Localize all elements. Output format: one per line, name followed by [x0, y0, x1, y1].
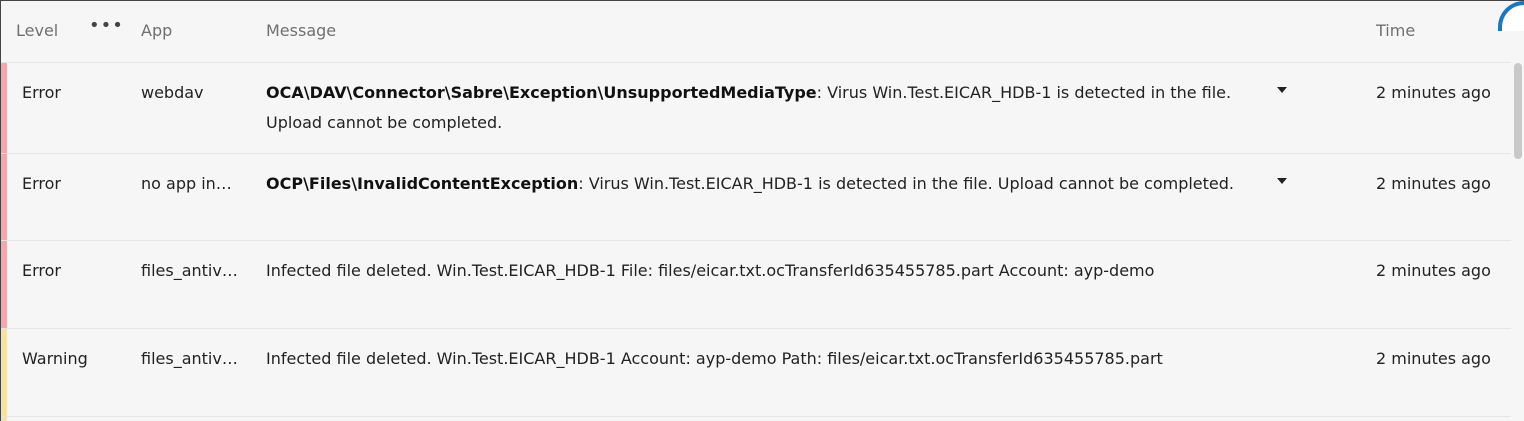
expand-caret-icon[interactable] — [1277, 178, 1287, 184]
row-time: 2 minutes ago — [1376, 83, 1491, 102]
row-message: OCP\Files\InvalidContentException: Virus… — [266, 169, 1261, 199]
level-indicator — [1, 63, 7, 153]
table-row[interactable]: Error no app in… OCP\Files\InvalidConten… — [1, 154, 1511, 241]
table-row[interactable]: Error files_antiv… Infected file deleted… — [1, 241, 1511, 329]
expand-caret-icon[interactable] — [1277, 87, 1287, 93]
row-level: Error — [22, 261, 61, 280]
row-message: Infected file deleted. Win.Test.EICAR_HD… — [266, 261, 1155, 280]
table-row[interactable] — [1, 417, 1511, 421]
vertical-scrollbar[interactable] — [1514, 63, 1522, 159]
level-indicator — [1, 417, 7, 421]
row-app: webdav — [141, 83, 204, 102]
row-level: Error — [22, 174, 61, 193]
level-indicator — [1, 241, 7, 328]
row-message: Infected file deleted. Win.Test.EICAR_HD… — [266, 349, 1163, 368]
row-level: Warning — [22, 349, 88, 368]
table-row[interactable]: Warning files_antiv… Infected file delet… — [1, 329, 1511, 417]
row-level: Error — [22, 83, 61, 102]
table-row[interactable]: Error webdav OCA\DAV\Connector\Sabre\Exc… — [1, 63, 1511, 154]
column-header-level[interactable]: Level — [16, 21, 58, 40]
column-header-time[interactable]: Time — [1376, 21, 1415, 40]
row-exception: OCA\DAV\Connector\Sabre\Exception\Unsupp… — [266, 83, 817, 102]
column-options-icon[interactable]: ••• — [89, 15, 124, 36]
log-viewer-window: Level ••• App Message Time Error webdav … — [0, 0, 1524, 421]
row-time: 2 minutes ago — [1376, 349, 1491, 368]
level-indicator — [1, 154, 7, 240]
log-table: Level ••• App Message Time Error webdav … — [1, 1, 1511, 421]
row-app: files_antiv… — [141, 261, 238, 280]
column-header-message[interactable]: Message — [266, 21, 336, 40]
column-header-app[interactable]: App — [141, 21, 172, 40]
row-time: 2 minutes ago — [1376, 174, 1491, 193]
row-message: OCA\DAV\Connector\Sabre\Exception\Unsupp… — [266, 78, 1261, 138]
level-indicator — [1, 329, 7, 416]
row-app: files_antiv… — [141, 349, 238, 368]
row-app: no app in… — [141, 174, 232, 193]
row-time: 2 minutes ago — [1376, 261, 1491, 280]
table-header: Level ••• App Message Time — [1, 1, 1511, 63]
row-message-text: : Virus Win.Test.EICAR_HDB-1 is detected… — [578, 174, 1235, 193]
row-exception: OCP\Files\InvalidContentException — [266, 174, 579, 193]
